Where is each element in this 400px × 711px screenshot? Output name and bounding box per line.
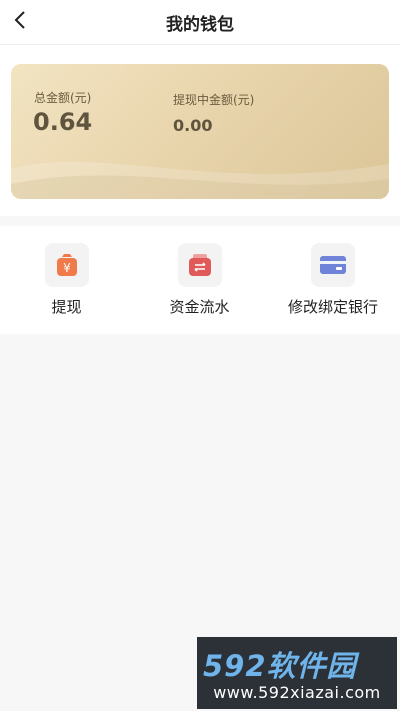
watermark-url: www.592xiazai.com — [213, 683, 381, 702]
pending-withdraw-label: 提现中金额(元) — [173, 93, 255, 107]
modify-bank-button[interactable]: 修改绑定银行 — [266, 226, 400, 334]
page-title: 我的钱包 — [166, 15, 234, 35]
money-bag-icon: ¥ — [56, 254, 77, 276]
modify-bank-label: 修改绑定银行 — [287, 298, 378, 316]
site-watermark: 592软件园 www.592xiazai.com — [197, 637, 397, 709]
transfer-icon — [188, 254, 211, 276]
total-amount-value: 0.64 — [33, 108, 93, 136]
svg-text:¥: ¥ — [63, 261, 71, 275]
header-bar: 我的钱包 — [0, 0, 400, 45]
wallet-section: 总金额(元) 0.64 提现中金额(元) 0.00 — [0, 45, 400, 216]
total-amount-label: 总金额(元) — [34, 91, 92, 105]
card-wave-decoration — [11, 161, 389, 199]
pending-withdraw-value: 0.00 — [173, 116, 213, 135]
fund-flow-button[interactable]: 资金流水 — [133, 226, 266, 334]
fund-flow-label: 资金流水 — [169, 298, 230, 316]
watermark-brand: 592软件园 — [203, 649, 357, 683]
action-menu: ¥ 提现 资金流水 修改绑定银行 — [0, 226, 400, 334]
withdraw-label: 提现 — [51, 298, 82, 316]
balance-card: 总金额(元) 0.64 提现中金额(元) 0.00 — [11, 64, 389, 199]
bank-card-icon — [320, 256, 346, 274]
withdraw-button[interactable]: ¥ 提现 — [0, 226, 133, 334]
